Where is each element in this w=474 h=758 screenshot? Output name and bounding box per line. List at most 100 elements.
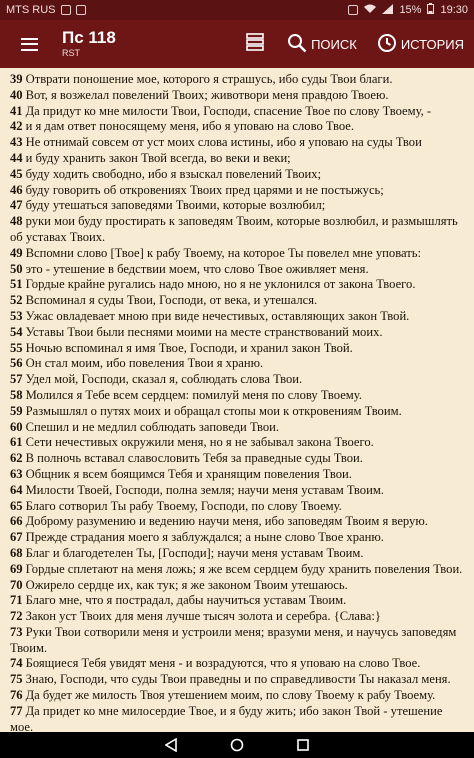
verse-text: Ожирело сердце их, как тук; я же законом…: [25, 577, 348, 592]
verse-text: Благо мне, что я пострадал, дабы научить…: [25, 593, 347, 608]
verse-item[interactable]: 51 Гордые крайне ругались надо мною, но я…: [10, 277, 468, 293]
verse-number: 44: [10, 150, 23, 165]
recents-button[interactable]: [293, 735, 313, 755]
verse-item[interactable]: 66 Доброму разумению и ведению научи меня…: [10, 514, 468, 530]
verse-item[interactable]: 77 Да придет ко мне милосердие Твое, и я …: [10, 704, 468, 732]
verse-item[interactable]: 65 Благо сотворил Ты рабу Твоему, Господи…: [10, 499, 468, 515]
verse-number: 61: [10, 435, 23, 450]
battery-icon: [427, 3, 435, 17]
verse-item[interactable]: 59 Размышлял о путях моих и обращал стопы…: [10, 404, 468, 420]
verse-text: и я дам ответ поносящему меня, ибо я упо…: [25, 119, 355, 134]
verse-text: Общник я всем боящимся Тебя и хранящим п…: [25, 466, 352, 481]
verse-number: 46: [10, 182, 23, 197]
verse-text: Сети нечестивых окружили меня, но я не з…: [25, 435, 374, 450]
verse-number: 54: [10, 324, 23, 339]
verse-item[interactable]: 56 Он стал моим, ибо повеления Твои я хра…: [10, 356, 468, 372]
verse-number: 73: [10, 624, 23, 639]
verse-text: Он стал моим, ибо повеления Твои я храню…: [25, 356, 264, 371]
verse-text: Руки Твои сотворили меня и устроили меня…: [10, 624, 457, 655]
home-icon: [230, 738, 244, 752]
verse-item[interactable]: 43 Не отнимай совсем от уст моих слова ис…: [10, 135, 468, 151]
verse-item[interactable]: 49 Вспомни слово [Твое] к рабу Твоему, на…: [10, 246, 468, 262]
verse-text: Благо сотворил Ты рабу Твоему, Господи, …: [25, 498, 342, 513]
carrier-label: MTS RUS: [6, 4, 56, 16]
verse-item[interactable]: 45 буду ходить свободно, ибо я взыскал по…: [10, 167, 468, 183]
history-button[interactable]: ИСТОРИЯ: [367, 20, 474, 68]
verse-item[interactable]: 50 это - утешение в бедствии моем, что сл…: [10, 262, 468, 278]
verse-item[interactable]: 44 и буду хранить закон Твой всегда, во в…: [10, 151, 468, 167]
notification-icon: [60, 5, 71, 15]
verse-item[interactable]: 40 Вот, я возжелал повелений Твоих; живот…: [10, 88, 468, 104]
status-bar: MTS RUS 15% 19:30: [0, 0, 474, 20]
verse-item[interactable]: 71 Благо мне, что я пострадал, дабы научи…: [10, 593, 468, 609]
verse-item[interactable]: 69 Гордые сплетают на меня ложь; я же все…: [10, 562, 468, 578]
clock: 19:30: [440, 4, 468, 16]
verse-text: Вспоминал я суды Твои, Господи, от века,…: [25, 293, 318, 308]
verse-number: 43: [10, 135, 23, 150]
title-block[interactable]: Пс 118 RST: [62, 29, 116, 59]
signal-icon: [382, 3, 394, 17]
verse-text: буду утешаться заповедями Твоими, которы…: [25, 198, 326, 213]
verse-number: 65: [10, 498, 23, 513]
verse-text: Отврати поношение мое, которого я страшу…: [25, 72, 393, 86]
chapter-list-button[interactable]: [233, 20, 277, 68]
verse-item[interactable]: 52 Вспоминал я суды Твои, Господи, от век…: [10, 293, 468, 309]
verse-text: Вот, я возжелал повелений Твоих; животво…: [25, 87, 389, 102]
verse-number: 59: [10, 403, 23, 418]
verse-item[interactable]: 57 Удел мой, Господи, сказал я, соблюдать…: [10, 372, 468, 388]
verse-item[interactable]: 73 Руки Твои сотворили меня и устроили ме…: [10, 625, 468, 657]
verse-number: 72: [10, 609, 23, 624]
verse-item[interactable]: 48 руки мои буду простирать к заповедям Т…: [10, 214, 468, 246]
verse-number: 77: [10, 703, 23, 718]
verse-text: Да придет ко мне милосердие Твое, и я бу…: [10, 703, 443, 732]
verse-item[interactable]: 47 буду утешаться заповедями Твоими, кото…: [10, 198, 468, 214]
verse-text: Да будет же милость Твоя утешением моим,…: [25, 688, 436, 703]
search-icon: [287, 33, 307, 56]
verse-text: буду ходить свободно, ибо я взыскал пове…: [25, 166, 322, 181]
verse-number: 68: [10, 545, 23, 560]
verse-number: 66: [10, 514, 23, 529]
verse-text: Боящиеся Тебя увидят меня - и возрадуютс…: [25, 656, 421, 671]
verse-item[interactable]: 67 Прежде страдания моего я заблуждался; …: [10, 530, 468, 546]
verse-text: Доброму разумению и ведению научи меня, …: [25, 514, 428, 529]
verse-number: 62: [10, 451, 23, 466]
wifi-icon: [364, 4, 377, 17]
verse-item[interactable]: 72 Закон уст Твоих для меня лучше тысяч з…: [10, 609, 468, 625]
verse-number: 64: [10, 482, 23, 497]
verse-item[interactable]: 75 Знаю, Господи, что суды Твои праведны …: [10, 672, 468, 688]
verse-item[interactable]: 63 Общник я всем боящимся Тебя и хранящим…: [10, 467, 468, 483]
verse-item[interactable]: 76 Да будет же милость Твоя утешением мои…: [10, 688, 468, 704]
verse-text: Молился я Тебе всем сердцем: помилуй мен…: [25, 387, 362, 402]
verse-text: Закон уст Твоих для меня лучше тысяч зол…: [25, 609, 381, 624]
verse-number: 60: [10, 419, 23, 434]
verse-list[interactable]: 39 Отврати поношение мое, которого я стра…: [10, 72, 468, 732]
verse-item[interactable]: 60 Спешил и не медлил соблюдать заповеди …: [10, 420, 468, 436]
verse-item[interactable]: 68 Благ и благодетелен Ты, [Господи]; нау…: [10, 546, 468, 562]
verse-item[interactable]: 62 В полночь вставал славословить Тебя за…: [10, 451, 468, 467]
verse-item[interactable]: 54 Уставы Твои были песнями моими на мест…: [10, 325, 468, 341]
verse-item[interactable]: 41 Да придут ко мне милости Твои, Господи…: [10, 104, 468, 120]
verse-item[interactable]: 64 Милости Твоей, Господи, полна земля; н…: [10, 483, 468, 499]
verse-number: 57: [10, 372, 23, 387]
verse-number: 47: [10, 198, 23, 213]
verse-item[interactable]: 74 Боящиеся Тебя увидят меня - и возрадую…: [10, 656, 468, 672]
verse-item[interactable]: 61 Сети нечестивых окружили меня, но я не…: [10, 435, 468, 451]
verse-item[interactable]: 42 и я дам ответ поносящему меня, ибо я у…: [10, 119, 468, 135]
back-button[interactable]: [161, 735, 181, 755]
verse-item[interactable]: 53 Ужас овладевает мною при виде нечестив…: [10, 309, 468, 325]
verse-item[interactable]: 70 Ожирело сердце их, как тук; я же закон…: [10, 578, 468, 594]
verse-item[interactable]: 58 Молился я Тебе всем сердцем: помилуй м…: [10, 388, 468, 404]
verse-item[interactable]: 46 буду говорить об откровениях Твоих пре…: [10, 183, 468, 199]
verse-text: Благ и благодетелен Ты, [Господи]; научи…: [25, 545, 364, 560]
verse-item[interactable]: 39 Отврати поношение мое, которого я стра…: [10, 72, 468, 88]
verse-text: Гордые сплетают на меня ложь; я же всем …: [25, 561, 463, 576]
verse-text: В полночь вставал славословить Тебя за п…: [25, 451, 363, 466]
verse-number: 70: [10, 577, 23, 592]
verse-number: 52: [10, 293, 23, 308]
verse-number: 55: [10, 340, 23, 355]
verse-number: 75: [10, 672, 23, 687]
home-button[interactable]: [227, 735, 247, 755]
menu-button[interactable]: [0, 20, 58, 68]
verse-item[interactable]: 55 Ночью вспоминал я имя Твое, Господи, и…: [10, 341, 468, 357]
search-button[interactable]: ПОИСК: [277, 20, 367, 68]
